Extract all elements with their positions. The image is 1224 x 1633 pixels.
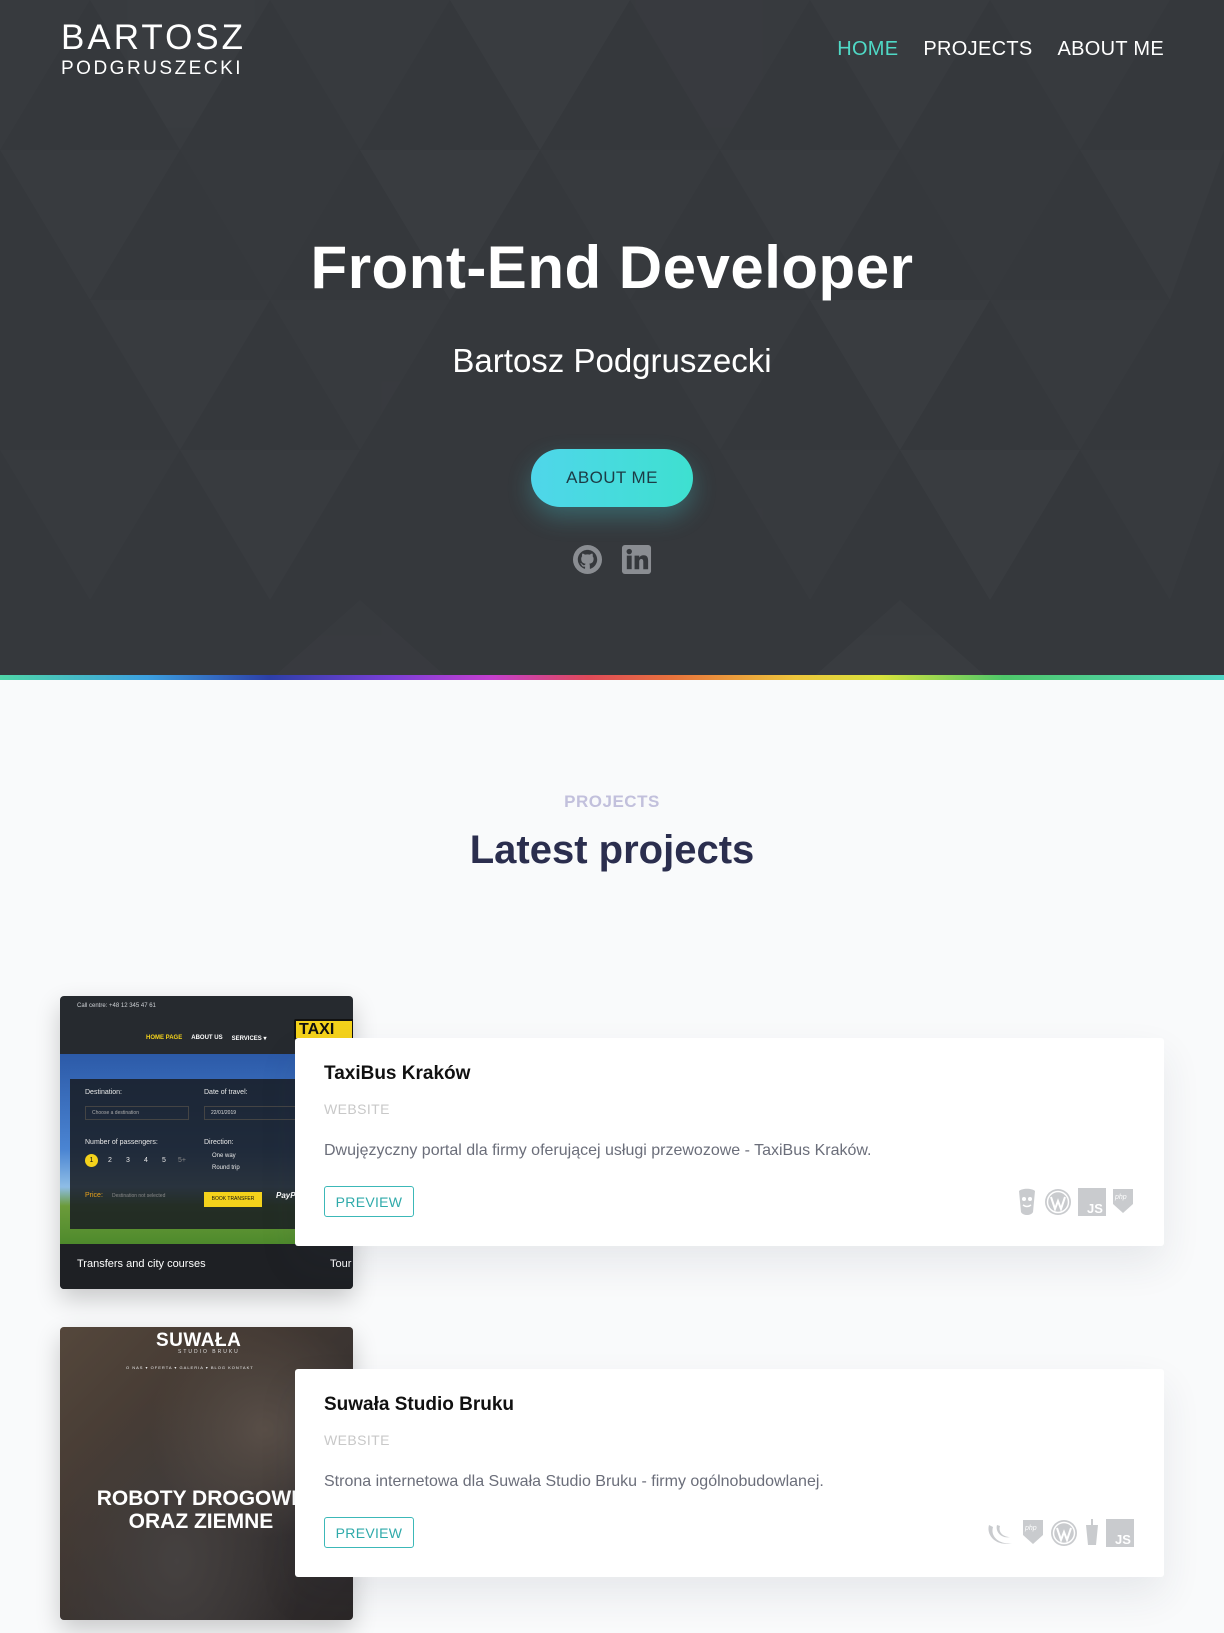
project-card-suwala: SUWAŁA STUDIO BRUKU O NAS ▾ OFERTA ▾ GAL… xyxy=(60,1327,1164,1620)
javascript-icon: JS xyxy=(1106,1519,1134,1547)
gulp-icon xyxy=(1084,1519,1100,1547)
project-description: Dwujęzyczny portal dla firmy oferującej … xyxy=(324,1142,872,1159)
project-card-taxibus: Call centre: +48 12 345 47 61 HOME PAGE … xyxy=(60,996,1164,1289)
wordpress-icon xyxy=(1044,1188,1072,1216)
thumb-menu: HOME PAGE ABOUT US SERVICES ▾ xyxy=(146,1035,267,1042)
rainbow-divider xyxy=(0,675,1224,680)
javascript-icon: JS xyxy=(1078,1188,1106,1216)
thumb-call-text: Call centre: +48 12 345 47 61 xyxy=(77,1003,156,1009)
tech-stack: JS php xyxy=(1016,1188,1134,1216)
svg-text:JS: JS xyxy=(1087,1201,1103,1216)
taxi-sign: TAXI xyxy=(294,1019,353,1040)
main-nav: HOME PROJECTS ABOUT ME xyxy=(837,38,1164,61)
gulp-icon xyxy=(1016,1188,1038,1216)
hero-triangle-pattern xyxy=(0,0,1224,680)
logo-first-name: BARTOSZ xyxy=(61,18,247,57)
logo-last-name: PODGRUSZECKI xyxy=(61,58,244,79)
thumb-brand-sub: STUDIO BRUKU xyxy=(178,1349,240,1355)
nav-home[interactable]: HOME xyxy=(837,38,898,61)
svg-text:php: php xyxy=(1024,1525,1037,1532)
project-description: Strona internetowa dla Suwała Studio Bru… xyxy=(324,1473,824,1490)
project-category: WEBSITE xyxy=(324,1101,390,1117)
section-title: Latest projects xyxy=(469,828,755,872)
project-title: TaxiBus Kraków xyxy=(324,1063,471,1084)
thumb-footer: Transfers and city courses Tour xyxy=(60,1244,353,1289)
jquery-icon xyxy=(986,1519,1016,1547)
github-icon[interactable] xyxy=(572,544,603,575)
tech-stack: php JS xyxy=(986,1519,1134,1547)
project-category: WEBSITE xyxy=(324,1432,390,1448)
project-title: Suwała Studio Bruku xyxy=(324,1394,515,1415)
preview-button[interactable]: PREVIEW xyxy=(324,1517,414,1548)
nav-projects[interactable]: PROJECTS xyxy=(923,38,1032,61)
svg-text:JS: JS xyxy=(1115,1532,1131,1547)
preview-button[interactable]: PREVIEW xyxy=(324,1186,414,1217)
hero-title: Front-End Developer xyxy=(310,234,914,301)
project-info-card: TaxiBus Kraków WEBSITE Dwujęzyczny porta… xyxy=(295,1038,1164,1246)
svg-text:php: php xyxy=(1114,1194,1127,1201)
php-icon: php xyxy=(1022,1519,1044,1547)
thumb-menu: O NAS ▾ OFERTA ▾ GALERIA ▾ BLOG KONTAKT xyxy=(126,1365,254,1370)
about-me-button[interactable]: ABOUT ME xyxy=(531,449,693,507)
hero-section: BARTOSZ PODGRUSZECKI HOME PROJECTS ABOUT… xyxy=(0,0,1224,680)
site-logo[interactable]: BARTOSZ PODGRUSZECKI xyxy=(61,20,246,80)
wordpress-icon xyxy=(1050,1519,1078,1547)
linkedin-icon[interactable] xyxy=(621,544,652,575)
hero-subtitle: Bartosz Podgruszecki xyxy=(452,342,772,379)
project-info-card: Suwała Studio Bruku WEBSITE Strona inter… xyxy=(295,1369,1164,1577)
top-navbar: BARTOSZ PODGRUSZECKI HOME PROJECTS ABOUT… xyxy=(0,0,1224,100)
nav-about-me[interactable]: ABOUT ME xyxy=(1058,38,1165,61)
social-links xyxy=(572,544,652,575)
section-label: PROJECTS xyxy=(564,792,660,811)
php-icon: php xyxy=(1112,1188,1134,1216)
